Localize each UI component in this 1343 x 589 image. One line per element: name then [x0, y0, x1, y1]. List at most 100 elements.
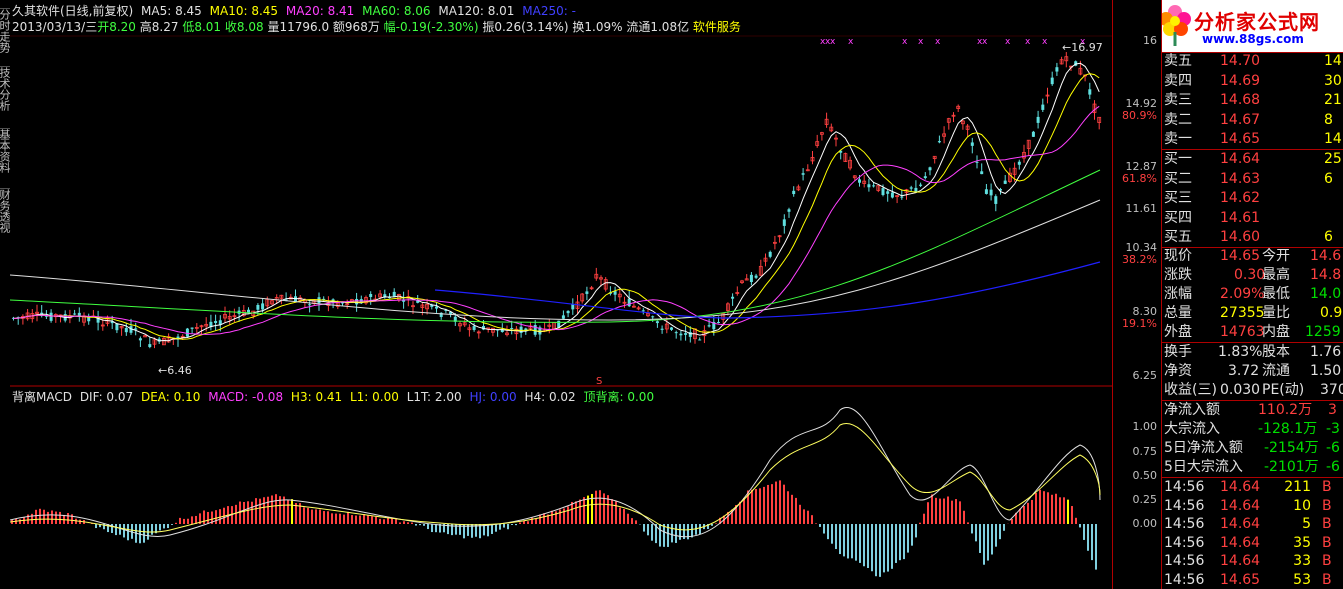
- candle-body: [256, 304, 260, 310]
- axis-label: 80.9%: [1122, 109, 1157, 122]
- tab-technical[interactable]: 技术分析: [0, 66, 11, 126]
- flow-label: 5日大宗流入: [1164, 459, 1243, 475]
- tick-side: B: [1322, 497, 1332, 514]
- candle-body: [928, 167, 932, 171]
- macd-macd: MACD: -0.08: [208, 390, 284, 404]
- signal-marker: x: [830, 37, 836, 47]
- candle-body: [872, 185, 876, 187]
- ask-volume: 30: [1324, 72, 1342, 89]
- quote-label: 涨幅: [1164, 286, 1192, 302]
- ma20-value: MA20: 8.41: [285, 4, 355, 18]
- tick-vol: 211: [1284, 479, 1311, 495]
- bid-price: 14.61: [1220, 209, 1261, 226]
- tick-side: B: [1322, 534, 1332, 551]
- flow-label: 5日净流入额: [1164, 440, 1243, 456]
- candle-body: [909, 187, 913, 189]
- tick-time: 14:56: [1164, 497, 1205, 514]
- candle-body: [707, 325, 711, 327]
- fund-row-eps: 收益(三) 0.030 PE(动) 370: [1162, 381, 1343, 401]
- candle-body: [1003, 180, 1007, 184]
- candle-body: [124, 328, 128, 333]
- macd-h4: H4: 0.02: [524, 390, 576, 404]
- axis-label: 6.25: [1132, 369, 1158, 382]
- bid-row-5: 买五 14.60 6: [1162, 228, 1343, 248]
- quote-row-change: 涨跌 0.30 最高 14.8: [1162, 266, 1343, 286]
- quote-panel: 分析家公式网 www.88gs.com 卖五 14.70 14 卖四 14.69…: [1162, 0, 1343, 589]
- tab-finance[interactable]: 财务透视: [0, 188, 11, 246]
- fund-value: 370: [1320, 382, 1343, 398]
- macd-hj: HJ: 0.00: [469, 390, 517, 404]
- tick-price: 14.64: [1220, 553, 1261, 569]
- candle-body: [994, 196, 998, 204]
- candle-body: [731, 296, 735, 299]
- axis-label: 38.2%: [1122, 253, 1157, 266]
- signal-marker: x: [1025, 37, 1031, 47]
- candle-body: [641, 310, 645, 312]
- tab-intraday[interactable]: 分时走势: [0, 8, 11, 64]
- tick-row: 14:56 14.64 5 B: [1162, 515, 1343, 534]
- bar-volume: 量11796.0: [267, 20, 330, 34]
- fund-label: 换手: [1164, 344, 1192, 360]
- ask-label: 卖三: [1164, 92, 1192, 108]
- candle-body: [308, 304, 312, 306]
- candle-body: [138, 338, 142, 341]
- candle-body: [867, 184, 871, 188]
- flow-value: -128.1万: [1258, 421, 1318, 437]
- signal-marker: x: [982, 37, 988, 47]
- tick-time: 14:56: [1164, 534, 1205, 551]
- ask-price: 14.70: [1220, 53, 1261, 69]
- fund-value: 1.76: [1310, 344, 1342, 360]
- quote-label: 总量: [1164, 305, 1192, 321]
- ask-label: 卖四: [1164, 72, 1192, 89]
- sell-marker: S: [596, 376, 602, 387]
- flow-row: 5日大宗流入 -2101万 -6: [1162, 458, 1343, 478]
- bid-label: 买四: [1164, 209, 1192, 226]
- candlestick-chart[interactable]: x x x x x x x x x x x x x←16.97←6.46S: [10, 0, 1112, 589]
- signal-marker: x: [918, 37, 924, 47]
- candle-body: [881, 188, 885, 195]
- tab-fundamentals[interactable]: 基本资料: [0, 128, 11, 186]
- flower-icon: [1162, 5, 1191, 46]
- ask-row-2: 卖二 14.67 8: [1162, 111, 1343, 131]
- axis-label: 11.61: [1125, 202, 1158, 215]
- ask-label: 卖二: [1164, 111, 1192, 128]
- brand-url[interactable]: www.88gs.com: [1202, 32, 1304, 46]
- ask-price: 14.68: [1220, 92, 1261, 108]
- axis-label: 16: [1143, 34, 1157, 47]
- quote-label: 最低: [1262, 286, 1290, 302]
- flow-extra: 3: [1328, 402, 1337, 418]
- quote-value: 14.65: [1220, 248, 1261, 264]
- candle-body: [655, 321, 659, 324]
- candle-body: [519, 326, 523, 333]
- candle-body: [49, 312, 53, 321]
- macd-axis-label: 0.50: [1132, 469, 1158, 482]
- chart-header: 久其软件(日线,前复权) MA5: 8.45 MA10: 8.45 MA20: …: [12, 4, 580, 18]
- candle-body: [1041, 104, 1045, 110]
- axis-label: 19.1%: [1122, 317, 1157, 330]
- fund-row-equity: 净资 3.72 流通 1.50: [1162, 362, 1343, 382]
- candle-body: [984, 189, 988, 194]
- quote-value: 14.8: [1310, 267, 1342, 283]
- signal-marker: x: [902, 37, 908, 47]
- ma120-value: MA120: 8.01: [438, 4, 515, 18]
- ask-row-5: 卖五 14.70 14: [1162, 52, 1343, 72]
- flow-value: -2101万: [1264, 459, 1319, 475]
- bid-label: 买五: [1164, 229, 1192, 245]
- candle-body: [980, 171, 984, 175]
- quote-value: 14.6: [1310, 248, 1342, 264]
- fund-value: 1.50: [1310, 363, 1342, 379]
- candle-body: [989, 189, 993, 196]
- bid-row-1: 买一 14.64 25: [1162, 150, 1343, 170]
- fund-row-turnover: 换手 1.83% 股本 1.76: [1162, 343, 1343, 363]
- tick-price: 14.65: [1220, 571, 1261, 588]
- ask-price: 14.69: [1220, 72, 1261, 89]
- bid-volume: 6: [1324, 170, 1333, 187]
- bar-industry: 软件服务: [692, 20, 741, 34]
- flow-value: -2154万: [1264, 440, 1319, 456]
- candle-body: [684, 333, 688, 335]
- quote-row-outer: 外盘 14763 内盘 1259: [1162, 323, 1343, 343]
- fund-label: 股本: [1262, 344, 1290, 360]
- brand-logo[interactable]: 分析家公式网 www.88gs.com: [1162, 0, 1343, 52]
- ask-label: 卖一: [1164, 131, 1192, 147]
- candle-body: [801, 173, 805, 175]
